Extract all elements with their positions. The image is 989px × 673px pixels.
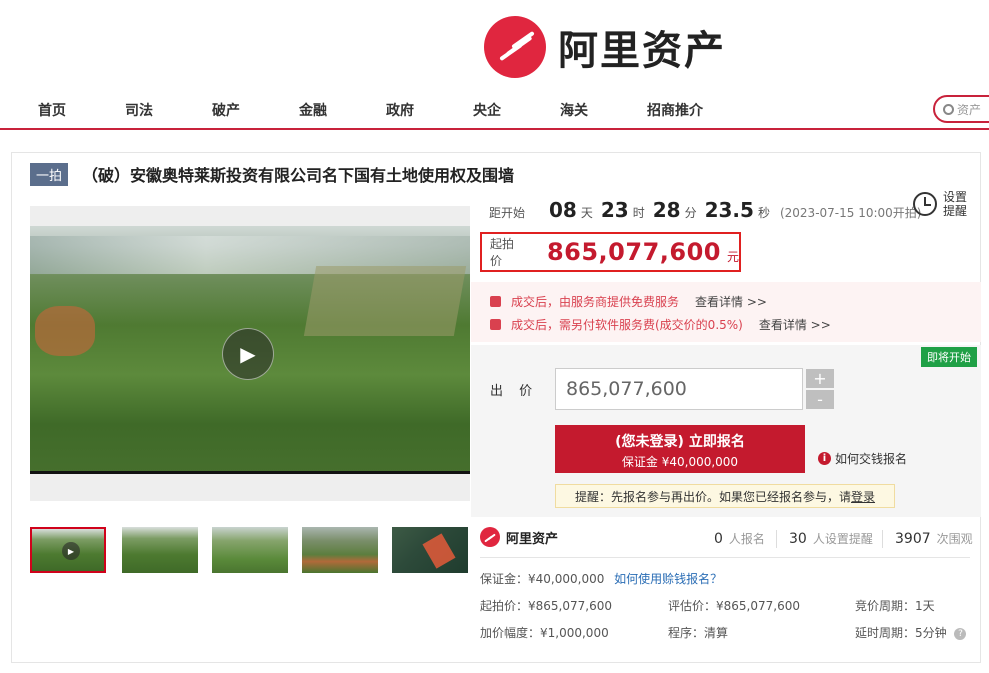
bid-label: 出 价 (490, 384, 539, 399)
increase-bid-button[interactable]: + (806, 369, 834, 388)
listing-title-row: 一拍 （破）安徽奥特莱斯投资有限公司名下国有土地使用权及围墙 (30, 162, 514, 186)
nav-item-home[interactable]: 首页 (38, 100, 66, 120)
countdown-hours: 23 (600, 198, 629, 222)
hours-unit: 时 (632, 206, 645, 220)
nav-item-finance[interactable]: 金融 (299, 100, 327, 120)
countdown-minutes: 28 (652, 198, 681, 222)
bidding-cycle-info: 竞价周期：1天 (855, 599, 935, 613)
service-details-link[interactable]: 查看详情 >> (695, 293, 767, 310)
nav-item-bankruptcy[interactable]: 破产 (212, 100, 240, 120)
brand-mini: 阿里资产 (480, 527, 558, 547)
reminder-count-label: 人设置提醒 (812, 532, 873, 546)
thumbnail-image[interactable] (302, 527, 378, 573)
nav-item-government[interactable]: 政府 (386, 100, 414, 120)
view-count-value: 3907 (895, 531, 931, 547)
hint-text: 提醒：先报名参与再出价。如果您已经报名参与，请 (574, 489, 851, 504)
search-placeholder: 资产 (957, 102, 982, 117)
play-icon[interactable]: ▶ (222, 328, 274, 380)
nav-item-judicial[interactable]: 司法 (125, 100, 153, 120)
bid-amount-input[interactable]: 865,077,600 (555, 368, 803, 410)
thumbnail-image[interactable] (122, 527, 198, 573)
start-price-box: 起拍价 865,077,600 元 (480, 232, 741, 272)
auction-round-tag: 一拍 (30, 162, 69, 186)
procedure-info: 程序：清算 (668, 626, 729, 640)
seconds-unit: 秒 (757, 206, 770, 220)
set-reminder-button[interactable]: 设置提醒 (913, 190, 969, 218)
signup-hint: 提醒：先报名参与再出价。如果您已经报名参与，请 登录 (555, 484, 895, 508)
service-text: 成交后，由服务商提供免费服务 (511, 295, 680, 309)
gift-icon (490, 319, 501, 330)
start-price-unit: 元 (726, 249, 739, 264)
reminder-count-value: 30 (789, 531, 807, 547)
view-count: 3907 次围观 (895, 530, 973, 547)
help-icon[interactable]: ? (954, 627, 967, 640)
countdown-label: 距开始 (489, 206, 526, 220)
service-row: 成交后，需另付软件服务费(成交价的0.5%) 查看详情 >> (490, 316, 831, 333)
decrease-bid-button[interactable]: - (806, 390, 834, 409)
thumbnail-video[interactable]: ▶ (30, 527, 106, 573)
logo-icon (484, 16, 546, 78)
assessed-price-info: 评估价：¥865,077,600 (668, 599, 800, 613)
status-badge: 即将开始 (921, 347, 977, 367)
deposit-help-link[interactable]: 如何使用赊钱报名？ (614, 572, 722, 586)
countdown-seconds: 23.5 (704, 198, 754, 222)
increment-info: 加价幅度：¥1,000,000 (480, 626, 609, 640)
days-unit: 天 (580, 206, 593, 220)
play-icon: ▶ (62, 542, 80, 560)
minutes-unit: 分 (684, 206, 697, 220)
service-details-link[interactable]: 查看详情 >> (759, 316, 831, 333)
nav-item-customs[interactable]: 海关 (560, 100, 588, 120)
main-nav: 首页 司法 破产 金融 政府 央企 海关 招商推介 (0, 92, 989, 130)
thumbnail-map[interactable] (392, 527, 468, 573)
start-price-info: 起拍价：¥865,077,600 (480, 599, 612, 613)
delay-cycle-info: 延时周期：5分钟 ? (855, 624, 967, 641)
signup-count: 0 人报名 (714, 530, 765, 547)
start-price-value: 865,077,600 (546, 238, 721, 266)
countdown: 距开始 08 天 23 时 28 分 23.5 秒 (2023-07-15 10… (489, 198, 921, 222)
info-icon: i (818, 452, 831, 465)
start-time: (2023-07-15 10:00开拍) (779, 206, 922, 220)
signup-button[interactable]: (您未登录) 立即报名 保证金 ¥40,000,000 (555, 425, 805, 473)
start-price-label: 起拍价 (490, 237, 515, 268)
nav-item-investment[interactable]: 招商推介 (647, 100, 703, 120)
signup-count-label: 人报名 (728, 532, 765, 546)
deposit-info: 保证金：¥40,000,000 如何使用赊钱报名？ (480, 570, 722, 587)
service-row: 成交后，由服务商提供免费服务 查看详情 >> (490, 293, 767, 310)
brand-logo[interactable]: 阿里资产 (484, 16, 726, 78)
nav-item-soe[interactable]: 央企 (473, 100, 501, 120)
delay-cycle-value: 延时周期：5分钟 (855, 626, 947, 640)
view-count-label: 次围观 (936, 532, 973, 546)
deposit-value: 保证金：¥40,000,000 (480, 572, 605, 586)
gift-icon (490, 296, 501, 307)
remind-label: 设置提醒 (943, 190, 968, 218)
search-input[interactable]: 资产 (933, 95, 989, 123)
how-to-pay-link[interactable]: i 如何交钱报名 (818, 450, 907, 467)
login-link[interactable]: 登录 (851, 488, 875, 505)
divider (480, 557, 970, 558)
listing-title: （破）安徽奥特莱斯投资有限公司名下国有土地使用权及围墙 (82, 166, 515, 185)
clock-icon (913, 192, 937, 216)
service-notice (471, 282, 981, 342)
reminder-count: 30 人设置提醒 (789, 530, 873, 547)
thumbnail-image[interactable] (212, 527, 288, 573)
signup-main-label: (您未登录) 立即报名 (615, 434, 745, 450)
logo-icon (480, 527, 500, 547)
service-text: 成交后，需另付软件服务费(成交价的0.5%) (511, 318, 743, 332)
signup-count-value: 0 (714, 531, 723, 547)
brand-name: 阿里资产 (558, 28, 726, 74)
how-to-pay-label: 如何交钱报名 (835, 452, 908, 466)
search-icon (943, 103, 954, 115)
brand-mini-name: 阿里资产 (506, 531, 559, 547)
countdown-days: 08 (549, 198, 577, 222)
signup-deposit-label: 保证金 ¥40,000,000 (621, 455, 739, 469)
